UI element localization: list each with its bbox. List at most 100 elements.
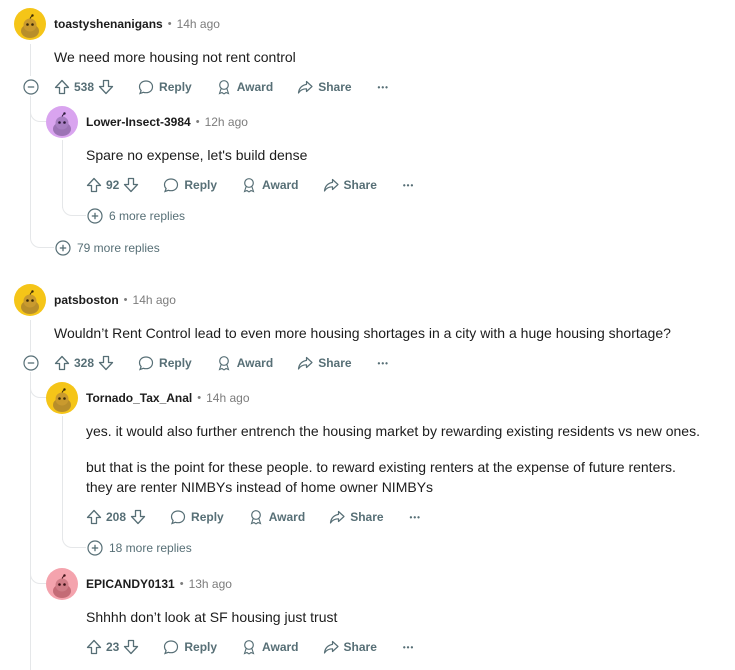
award-icon — [243, 640, 255, 655]
timestamp[interactable]: 14h ago — [133, 293, 176, 307]
reply-icon — [170, 510, 186, 525]
share-icon — [298, 80, 313, 94]
more-options-button[interactable]: ••• — [403, 181, 414, 190]
thread-elbow — [30, 230, 54, 248]
comment-body: yes. it would also further entrench the … — [86, 423, 700, 439]
thread-line — [30, 372, 31, 670]
share-label: Share — [350, 510, 384, 524]
award-button[interactable]: Award — [241, 639, 299, 655]
share-icon — [323, 178, 339, 192]
reply-button[interactable]: Reply — [163, 639, 217, 655]
vote-count: 538 — [74, 80, 95, 94]
username[interactable]: patsboston — [54, 293, 119, 307]
reply-icon — [164, 640, 179, 655]
upvote-icon[interactable] — [86, 509, 102, 525]
award-icon — [218, 356, 230, 371]
upvote-icon[interactable] — [86, 639, 102, 655]
thread-elbow — [62, 200, 86, 216]
more-options-button[interactable]: ••• — [410, 513, 421, 522]
reply-button[interactable]: Reply — [163, 177, 217, 193]
share-label: Share — [343, 178, 377, 192]
vote-count: 208 — [106, 510, 127, 524]
collapse-icon[interactable] — [23, 355, 39, 371]
reply-button[interactable]: Reply — [170, 509, 224, 525]
avatar[interactable] — [14, 284, 46, 316]
more-replies-button[interactable]: 18 more replies — [87, 540, 192, 556]
timestamp[interactable]: 14h ago — [206, 391, 249, 405]
username[interactable]: EPICANDY0131 — [86, 577, 175, 591]
share-button[interactable]: Share — [297, 355, 352, 371]
award-label: Award — [236, 356, 274, 370]
downvote-icon[interactable] — [130, 509, 146, 525]
more-replies-button[interactable]: 79 more replies — [55, 240, 160, 256]
thread-line — [62, 140, 63, 208]
separator-dot: • — [123, 294, 128, 306]
collapse-icon[interactable] — [23, 79, 39, 95]
separator-dot: • — [179, 578, 184, 590]
upvote-icon[interactable] — [86, 177, 102, 193]
expand-icon — [55, 240, 71, 256]
timestamp[interactable]: 14h ago — [177, 17, 220, 31]
share-icon — [330, 510, 345, 524]
award-button[interactable]: Award — [248, 509, 305, 525]
username[interactable]: toastyshenanigans — [54, 17, 163, 31]
comment-body: Spare no expense, let's build dense — [86, 147, 308, 163]
vote-count: 23 — [106, 640, 120, 654]
award-label: Award — [268, 510, 306, 524]
more-options-button[interactable]: ••• — [403, 643, 414, 652]
more-options-button[interactable]: ••• — [378, 83, 389, 92]
award-button[interactable]: Award — [216, 79, 273, 95]
reply-button[interactable]: Reply — [138, 355, 192, 371]
upvote-icon[interactable] — [54, 79, 70, 95]
reply-label: Reply — [159, 356, 192, 370]
share-icon — [298, 356, 313, 370]
reply-label: Reply — [184, 178, 218, 192]
reply-button[interactable]: Reply — [138, 79, 192, 95]
more-options-button[interactable]: ••• — [378, 359, 389, 368]
avatar[interactable] — [14, 8, 46, 40]
award-icon — [250, 510, 262, 525]
share-button[interactable]: Share — [323, 177, 377, 193]
share-button[interactable]: Share — [329, 509, 384, 525]
timestamp[interactable]: 12h ago — [205, 115, 248, 129]
separator-dot: • — [197, 392, 202, 404]
share-button[interactable]: Share — [323, 639, 377, 655]
avatar[interactable] — [46, 568, 78, 600]
expand-icon — [87, 540, 103, 556]
avatar[interactable] — [46, 106, 78, 138]
more-replies-label: 18 more replies — [109, 541, 192, 555]
comment-actions: 538 Reply Award Share ••• — [54, 77, 389, 97]
share-button[interactable]: Share — [297, 79, 352, 95]
reply-icon — [138, 356, 154, 371]
username[interactable]: Tornado_Tax_Anal — [86, 391, 192, 405]
upvote-icon[interactable] — [54, 355, 70, 371]
comment-body: Shhhh don’t look at SF housing just trus… — [86, 609, 338, 625]
separator-dot: • — [195, 116, 200, 128]
award-button[interactable]: Award — [216, 355, 273, 371]
username[interactable]: Lower-Insect-3984 — [86, 115, 191, 129]
share-label: Share — [343, 640, 377, 654]
vote-count: 92 — [106, 178, 120, 192]
downvote-icon[interactable] — [123, 639, 139, 655]
thread-line — [30, 44, 31, 76]
thread-elbow — [62, 532, 86, 548]
comment-actions: 328 Reply Award Share ••• — [54, 353, 389, 373]
downvote-icon[interactable] — [98, 355, 114, 371]
more-replies-button[interactable]: 6 more replies — [87, 208, 185, 224]
award-label: Award — [262, 640, 299, 654]
downvote-icon[interactable] — [123, 177, 139, 193]
downvote-icon[interactable] — [98, 79, 114, 95]
timestamp[interactable]: 13h ago — [189, 577, 232, 591]
reply-icon — [138, 80, 154, 95]
more-replies-label: 6 more replies — [109, 209, 186, 223]
share-icon — [323, 640, 339, 654]
award-button[interactable]: Award — [241, 177, 299, 193]
reply-label: Reply — [191, 510, 224, 524]
reply-label: Reply — [159, 80, 192, 94]
share-label: Share — [318, 356, 352, 370]
avatar[interactable] — [46, 382, 78, 414]
comment-body: but that is the point for these people. … — [86, 459, 676, 475]
award-label: Award — [236, 80, 274, 94]
award-icon — [218, 80, 230, 95]
more-replies-label: 79 more replies — [77, 241, 160, 255]
